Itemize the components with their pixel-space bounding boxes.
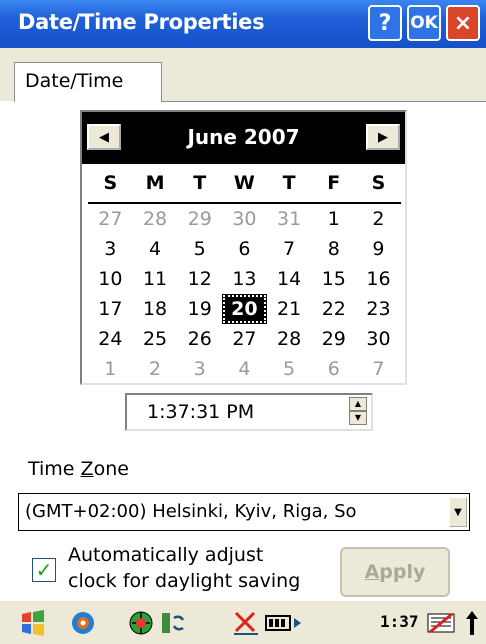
network-icon[interactable] (127, 609, 155, 637)
calendar-day[interactable]: 19 (177, 294, 222, 324)
time-value[interactable]: 1:37:31 PM (147, 401, 254, 423)
calendar-week-row: 17 18 19 20 21 22 23 (88, 294, 401, 324)
calendar-week-row: 24 25 26 27 28 29 30 (88, 324, 401, 354)
calendar-day[interactable]: 1 (311, 204, 356, 234)
calendar-day[interactable]: 29 (311, 324, 356, 354)
dropdown-arrow-icon[interactable]: ▼ (449, 497, 467, 527)
calendar-day[interactable]: 8 (311, 234, 356, 264)
dow-label: M (145, 172, 165, 194)
calendar-day[interactable]: 21 (267, 294, 312, 324)
close-button[interactable]: × (446, 5, 480, 41)
dow-label: S (371, 172, 386, 194)
month-year-label[interactable]: June 2007 (82, 125, 405, 149)
battery-icon[interactable] (264, 609, 304, 637)
calendar-day[interactable]: 13 (222, 264, 267, 294)
dow-label: F (327, 172, 341, 194)
calendar-day[interactable]: 16 (356, 264, 401, 294)
help-button[interactable]: ? (368, 5, 402, 41)
time-zone-select[interactable]: (GMT+02:00) Helsinki, Kyiv, Riga, So ▼ (18, 493, 470, 531)
dow-label: T (282, 172, 296, 194)
calendar-day[interactable]: 2 (133, 354, 178, 384)
dow-label: W (233, 172, 255, 194)
start-icon[interactable] (18, 609, 48, 637)
taskbar: 1:37 PM (0, 600, 486, 644)
calendar-day[interactable]: 28 (133, 204, 178, 234)
tab-date-time[interactable]: Date/Time (14, 62, 162, 102)
calendar-day[interactable]: 14 (267, 264, 312, 294)
calendar-day[interactable]: 6 (222, 234, 267, 264)
calendar-day[interactable]: 18 (133, 294, 178, 324)
apply-button[interactable]: Apply (340, 547, 450, 597)
time-zone-label: Time Zone (28, 458, 129, 480)
signal-off-icon[interactable] (232, 609, 260, 637)
calendar-day[interactable]: 23 (356, 294, 401, 324)
calendar-day[interactable]: 3 (177, 354, 222, 384)
calendar-day[interactable]: 15 (311, 264, 356, 294)
calendar-day[interactable]: 26 (177, 324, 222, 354)
month-calendar: ◀ June 2007 ▶ S M T W T F S 27 28 29 30 31 1 2… (80, 110, 407, 385)
calendar-day[interactable]: 5 (177, 234, 222, 264)
calendar-day[interactable]: 24 (88, 324, 133, 354)
window-title: Date/Time Properties (18, 10, 265, 34)
calendar-day[interactable]: 10 (88, 264, 133, 294)
title-bar: Date/Time Properties ? OK × (0, 0, 486, 48)
time-zone-value: (GMT+02:00) Helsinki, Kyiv, Riga, So (25, 501, 357, 522)
keyboard-icon[interactable] (426, 609, 456, 637)
ok-button[interactable]: OK (407, 5, 441, 41)
sync-icon[interactable] (68, 609, 98, 637)
calendar-day[interactable]: 4 (133, 234, 178, 264)
calendar-day[interactable]: 9 (356, 234, 401, 264)
calendar-header: ◀ June 2007 ▶ (82, 112, 405, 164)
time-spinner[interactable]: ▲ ▼ (349, 397, 367, 427)
calendar-day[interactable]: 2 (356, 204, 401, 234)
next-month-button[interactable]: ▶ (366, 124, 400, 150)
calendar-week-row: 27 28 29 30 31 1 2 (88, 204, 401, 234)
calendar-day[interactable]: 27 (88, 204, 133, 234)
calendar-day[interactable]: 1 (88, 354, 133, 384)
day-of-week-header: S M T W T F S (88, 172, 401, 204)
time-picker[interactable]: 1:37:31 PM ▲ ▼ (125, 393, 373, 431)
activesync-icon[interactable] (158, 609, 186, 637)
calendar-day[interactable]: 31 (267, 204, 312, 234)
calendar-day[interactable]: 30 (222, 204, 267, 234)
calendar-day[interactable]: 29 (177, 204, 222, 234)
calendar-day[interactable]: 6 (311, 354, 356, 384)
calendar-day[interactable]: 5 (267, 354, 312, 384)
calendar-day[interactable]: 25 (133, 324, 178, 354)
calendar-day[interactable]: 3 (88, 234, 133, 264)
dst-checkbox-label[interactable]: Automatically adjust clock for daylight … (68, 542, 300, 594)
calendar-day[interactable]: 28 (267, 324, 312, 354)
spin-up-icon[interactable]: ▲ (349, 397, 367, 411)
dst-checkbox[interactable]: ✓ (32, 558, 56, 582)
calendar-day[interactable]: 4 (222, 354, 267, 384)
calendar-day[interactable]: 17 (88, 294, 133, 324)
calendar-day[interactable]: 7 (356, 354, 401, 384)
spin-down-icon[interactable]: ▼ (349, 411, 367, 425)
calendar-day[interactable]: 7 (267, 234, 312, 264)
dow-label: S (103, 172, 118, 194)
calendar-day-selected[interactable]: 20 (222, 294, 267, 324)
calendar-day[interactable]: 30 (356, 324, 401, 354)
calendar-week-row: 10 11 12 13 14 15 16 (88, 264, 401, 294)
right-arrow-icon: ▶ (378, 129, 388, 145)
calendar-day[interactable]: 27 (222, 324, 267, 354)
calendar-week-row: 1234567 (88, 354, 401, 384)
arrow-up-icon[interactable] (462, 609, 482, 637)
calendar-grid: 27 28 29 30 31 1 2 3 4 5 6 7 8 9 10 11 12 13 14 15 16 17 18 19 2… (88, 204, 401, 384)
calendar-day[interactable]: 12 (177, 264, 222, 294)
calendar-day[interactable]: 11 (133, 264, 178, 294)
tab-divider (162, 101, 486, 102)
calendar-day[interactable]: 22 (311, 294, 356, 324)
calendar-week-row: 3456789 (88, 234, 401, 264)
dow-label: T (193, 172, 207, 194)
